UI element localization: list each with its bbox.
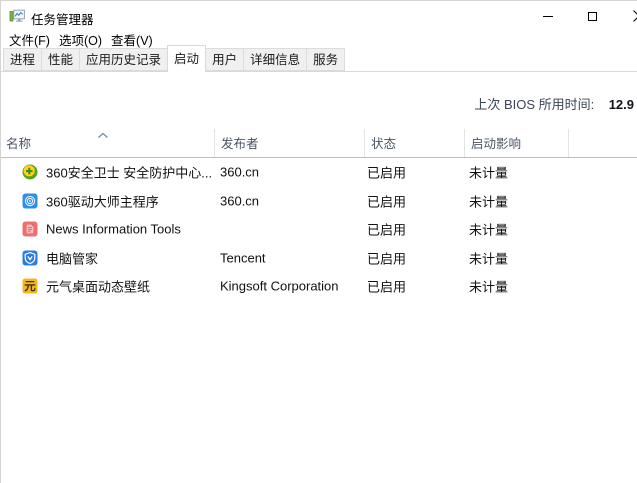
- svg-text:元: 元: [24, 280, 36, 293]
- task-manager-app-icon: [9, 8, 25, 24]
- startup-item-impact: 未计量: [469, 191, 508, 210]
- startup-item-name: 元气桌面动态壁纸: [46, 277, 150, 296]
- startup-item-name: 360驱动大师主程序: [46, 191, 159, 210]
- startup-item-publisher: Tencent: [220, 250, 266, 265]
- startup-item-publisher: Kingsoft Corporation: [220, 279, 339, 294]
- table-row[interactable]: News Information Tools 已启用 未计量: [1, 215, 637, 244]
- tab-services[interactable]: 服务: [306, 48, 345, 71]
- table-row[interactable]: 360驱动大师主程序 360.cn 已启用 未计量: [1, 187, 637, 216]
- tab-processes[interactable]: 进程: [3, 48, 42, 71]
- startup-item-name: 360安全卫士 安全防护中心...: [46, 163, 211, 182]
- menu-options[interactable]: 选项(O): [59, 30, 102, 49]
- startup-item-name: 电脑管家: [46, 248, 98, 267]
- bios-time: 上次 BIOS 所用时间: 12.9: [1, 94, 634, 114]
- tab-performance[interactable]: 性能: [41, 48, 80, 71]
- startup-item-publisher: 360.cn: [220, 165, 259, 180]
- column-header-status[interactable]: 状态: [364, 129, 464, 157]
- table-row[interactable]: 360安全卫士 安全防护中心... 360.cn 已启用 未计量: [1, 158, 637, 187]
- startup-item-status: 已启用: [367, 191, 406, 210]
- column-header-startup-impact[interactable]: 启动影响: [464, 129, 568, 157]
- minimize-icon: [543, 16, 553, 17]
- startup-item-impact: 未计量: [469, 277, 508, 296]
- tencent-pc-manager-icon: [22, 250, 38, 266]
- startup-item-impact: 未计量: [469, 220, 508, 239]
- news-information-tools-icon: [22, 221, 38, 237]
- maximize-button[interactable]: [570, 1, 615, 31]
- 360-safety-icon: [22, 164, 38, 180]
- tab-app-history[interactable]: 应用历史记录: [79, 48, 168, 71]
- table-header: 名称 发布者 状态 启动影响: [1, 129, 637, 158]
- tab-bar: 进程 性能 应用历史记录 启动 用户 详细信息 服务: [1, 48, 637, 72]
- minimize-button[interactable]: [525, 1, 570, 31]
- startup-item-status: 已启用: [367, 220, 406, 239]
- maximize-icon: [588, 12, 597, 21]
- startup-item-status: 已启用: [367, 248, 406, 267]
- task-manager-window: 任务管理器 文件(F) 选项(O) 查看(V) 进程 性能 应用历史记录 启动 …: [0, 0, 637, 483]
- sort-ascending-icon: [97, 132, 109, 139]
- column-header-empty: [568, 129, 637, 157]
- close-button[interactable]: [615, 1, 637, 31]
- close-icon: [633, 10, 637, 22]
- tab-users[interactable]: 用户: [205, 48, 244, 71]
- titlebar: 任务管理器: [1, 1, 637, 31]
- startup-item-status: 已启用: [367, 163, 406, 182]
- 360-driver-master-icon: [22, 193, 38, 209]
- tab-details[interactable]: 详细信息: [243, 48, 307, 71]
- bios-time-value: 12.9: [609, 97, 634, 112]
- yuanqi-desktop-wallpaper-icon: 元: [22, 278, 38, 294]
- column-header-publisher[interactable]: 发布者: [214, 129, 364, 157]
- menu-file[interactable]: 文件(F): [9, 30, 50, 49]
- startup-item-publisher: 360.cn: [220, 193, 259, 208]
- startup-item-status: 已启用: [367, 277, 406, 296]
- tab-startup[interactable]: 启动: [167, 45, 206, 72]
- startup-items-list: 360安全卫士 安全防护中心... 360.cn 已启用 未计量 360驱动大师…: [1, 158, 637, 301]
- table-row[interactable]: 元 元气桌面动态壁纸 Kingsoft Corporation 已启用 未计量: [1, 272, 637, 301]
- menu-view[interactable]: 查看(V): [111, 30, 153, 49]
- startup-item-name: News Information Tools: [46, 222, 181, 237]
- table-row[interactable]: 电脑管家 Tencent 已启用 未计量: [1, 244, 637, 273]
- startup-item-impact: 未计量: [469, 248, 508, 267]
- menubar: 文件(F) 选项(O) 查看(V): [1, 31, 637, 48]
- bios-time-label: 上次 BIOS 所用时间:: [474, 97, 594, 112]
- startup-item-impact: 未计量: [469, 163, 508, 182]
- window-title: 任务管理器: [31, 9, 94, 28]
